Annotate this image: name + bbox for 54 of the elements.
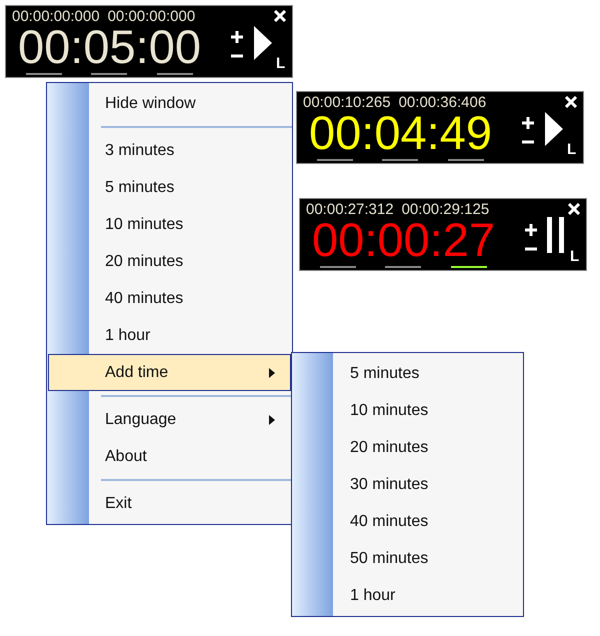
plus-icon[interactable] (524, 223, 538, 237)
minus-icon[interactable] (521, 140, 535, 144)
elapsed-time: 00:00:27:312 (306, 201, 394, 218)
pause-icon[interactable] (547, 217, 565, 253)
lock-button[interactable]: L (567, 142, 576, 157)
time-digits[interactable]: 00 (18, 24, 70, 70)
menu-item[interactable]: Exit (48, 485, 291, 522)
time-separator: : (361, 110, 374, 156)
time-digits[interactable]: 27 (442, 217, 495, 263)
lock-button[interactable]: L (570, 249, 580, 264)
play-icon[interactable] (545, 112, 563, 146)
menu-item[interactable]: 1 hour (293, 577, 522, 614)
menu-item[interactable]: 40 minutes (293, 503, 522, 540)
menu-item[interactable]: 20 minutes (48, 243, 291, 280)
menu-item[interactable]: Hide window (48, 85, 291, 122)
time-separator: : (426, 110, 440, 156)
time-digits[interactable]: 00 (148, 24, 201, 70)
time-digits[interactable]: 00 (312, 217, 364, 263)
lock-button[interactable]: L (276, 56, 286, 71)
close-icon[interactable] (274, 10, 286, 22)
menu-item[interactable]: 40 minutes (48, 280, 291, 317)
time-digits[interactable]: 49 (440, 110, 492, 156)
close-icon[interactable] (568, 203, 580, 215)
time-digits[interactable]: 04 (374, 110, 427, 156)
minus-icon[interactable] (230, 54, 244, 58)
menu-item[interactable]: 1 hour (48, 317, 291, 354)
menu-item[interactable]: 3 minutes (48, 132, 291, 169)
menu-item[interactable]: Add time (48, 354, 291, 391)
menu-item[interactable]: 20 minutes (293, 429, 522, 466)
minus-icon[interactable] (524, 247, 538, 251)
menu-item[interactable]: 10 minutes (48, 206, 291, 243)
time-digits[interactable]: 00 (377, 217, 430, 263)
total-time: 00:00:36:406 (398, 94, 486, 111)
menu-item[interactable]: 5 minutes (293, 355, 522, 392)
menu-item[interactable]: 10 minutes (293, 392, 522, 429)
total-time: 00:00:29:125 (402, 201, 490, 218)
menu-item[interactable]: 30 minutes (293, 466, 522, 503)
plus-icon[interactable] (521, 116, 535, 130)
menu-item[interactable]: Language (48, 401, 291, 438)
time-digits[interactable]: 05 (83, 24, 136, 70)
time-digits[interactable]: 00 (309, 110, 362, 156)
menu-item[interactable]: About (48, 438, 291, 475)
time-separator: : (70, 24, 84, 70)
time-separator: : (136, 24, 149, 70)
play-icon[interactable] (254, 26, 272, 60)
time-separator: : (430, 217, 443, 263)
elapsed-time: 00:00:00:000 (12, 8, 100, 25)
elapsed-time: 00:00:10:265 (303, 94, 391, 111)
close-icon[interactable] (565, 96, 577, 108)
menu-item[interactable]: 5 minutes (48, 169, 291, 206)
total-time: 00:00:00:000 (108, 8, 196, 25)
menu-item[interactable]: 50 minutes (293, 540, 522, 577)
time-separator: : (364, 217, 378, 263)
plus-icon[interactable] (230, 30, 244, 44)
